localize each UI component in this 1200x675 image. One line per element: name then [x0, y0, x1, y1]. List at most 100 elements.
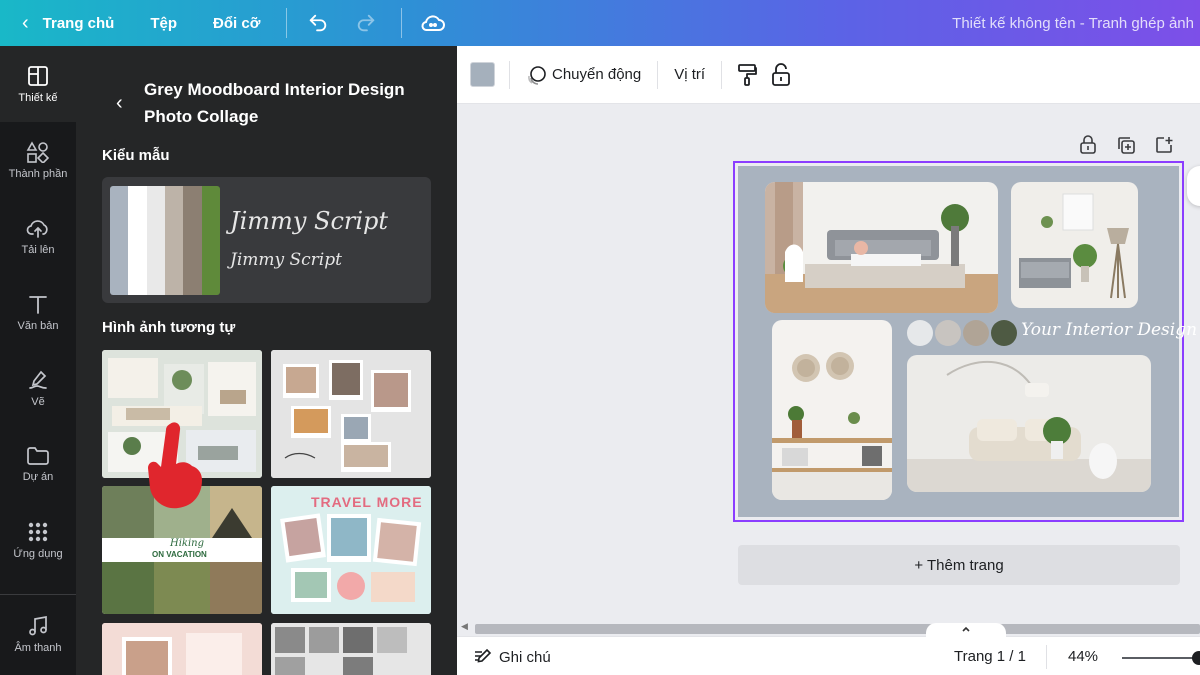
divider [657, 60, 659, 89]
folder-icon [27, 446, 49, 465]
animate-button[interactable]: Chuyển động [526, 55, 641, 95]
rail-label: Tải lên [21, 243, 55, 256]
add-page-icon-button[interactable] [1153, 134, 1175, 156]
template-thumbnail[interactable]: TRAVEL MORE [271, 486, 431, 614]
template-thumbnail[interactable] [271, 350, 431, 478]
home-label: Trang chủ [42, 14, 115, 32]
swatch [164, 186, 184, 295]
swatch [183, 186, 202, 295]
undo-button[interactable] [305, 10, 331, 36]
font-sample-large: Jimmy Script [230, 207, 389, 235]
template-title: Grey Moodboard Interior Design Photo Col… [144, 80, 405, 126]
zoom-level[interactable]: 44% [1068, 648, 1098, 665]
rail-label: Vẽ [31, 395, 45, 408]
swatch [146, 186, 165, 295]
notes-icon [475, 648, 492, 663]
rail-label: Văn bản [17, 319, 59, 332]
apps-grid-icon [28, 522, 48, 541]
position-button[interactable]: Vị trí [674, 55, 705, 95]
divider [721, 60, 723, 89]
chevron-left-icon: ‹ [22, 11, 29, 34]
notes-button[interactable]: Ghi chú [472, 647, 551, 667]
rail-item-elements[interactable]: Thành phần [0, 122, 76, 198]
similar-heading: Hình ảnh tương tự [102, 319, 236, 336]
home-button[interactable]: ‹ Trang chủ [0, 0, 150, 46]
redo-icon [358, 14, 375, 32]
chevron-up-icon [962, 626, 970, 632]
rail-label: Thiết kế [18, 91, 58, 104]
copy-style-button[interactable] [736, 55, 758, 95]
rail-item-uploads[interactable]: Tải lên [0, 198, 76, 274]
elements-icon [26, 140, 50, 163]
rail-item-audio[interactable]: Âm thanh [0, 596, 76, 672]
rail-item-apps[interactable]: Ứng dụng [0, 502, 76, 578]
layout-icon [28, 65, 48, 86]
text-icon [29, 295, 47, 314]
scroll-left-icon[interactable]: ◀ [461, 621, 468, 632]
palette-circle[interactable] [935, 320, 961, 346]
rail-label: Thành phần [8, 167, 68, 180]
thumbnail-image [271, 350, 431, 478]
collage-image[interactable] [1011, 182, 1138, 308]
hiking-subtitle: ON VACATION [152, 550, 207, 559]
palette-circle[interactable] [907, 320, 933, 346]
duplicate-page-button[interactable] [1115, 134, 1137, 156]
music-note-icon [29, 615, 47, 635]
top-bar: ‹ Trang chủ Tệp Đổi cỡ Thiết kế không tê… [0, 0, 1200, 46]
rail-item-projects[interactable]: Dự án [0, 426, 76, 502]
collage-image[interactable] [765, 182, 998, 313]
zoom-slider-handle[interactable] [1192, 651, 1200, 665]
divider [401, 8, 403, 38]
animate-label: Chuyển động [552, 66, 642, 83]
upload-cloud-icon [26, 219, 48, 238]
horizontal-scrollbar[interactable]: ◀ [457, 621, 1200, 635]
draw-icon [29, 370, 47, 389]
expand-pages-button[interactable] [926, 623, 1006, 639]
cloud-save-button[interactable] [420, 10, 446, 36]
page-indicator[interactable]: Trang 1 / 1 [954, 648, 1026, 665]
background-color-button[interactable] [470, 62, 495, 87]
template-panel: ‹ Grey Moodboard Interior Design Photo C… [76, 46, 457, 675]
font-sample-small: Jimmy Script [230, 250, 342, 270]
template-thumbnail[interactable] [102, 623, 262, 675]
add-page-button[interactable]: + Thêm trang [738, 545, 1180, 585]
file-menu-button[interactable]: Tệp [150, 0, 213, 46]
paint-roller-icon [738, 63, 757, 86]
lock-button[interactable] [770, 55, 792, 95]
travel-title: TRAVEL MORE [311, 494, 423, 510]
divider [286, 8, 288, 38]
divider [509, 60, 510, 89]
swatch [128, 186, 147, 295]
collage-image[interactable] [907, 355, 1151, 492]
living-room-photo [765, 182, 998, 313]
cloud-icon [421, 15, 446, 31]
divider [0, 594, 76, 595]
divider [1046, 645, 1047, 669]
editor-toolbar: Chuyển động Vị trí [457, 46, 1200, 104]
back-button[interactable]: ‹ [116, 92, 123, 115]
rail-item-text[interactable]: Văn bản [0, 274, 76, 350]
thumbnail-image [271, 623, 431, 675]
canvas-side-handle[interactable] [1187, 166, 1200, 206]
style-card[interactable]: Jimmy Script Jimmy Script [102, 177, 431, 303]
styles-heading: Kiểu mẫu [102, 147, 170, 164]
lock-page-button[interactable] [1077, 134, 1099, 156]
resize-button[interactable]: Đổi cỡ [213, 0, 286, 46]
document-title[interactable]: Thiết kế không tên - Tranh ghép ảnh [952, 0, 1194, 46]
design-script-text[interactable]: Your Interior Design [1021, 320, 1197, 340]
undo-icon [310, 14, 327, 32]
rail-item-draw[interactable]: Vẽ [0, 350, 76, 426]
add-page-icon [1156, 137, 1173, 153]
rail-label: Ứng dụng [13, 547, 63, 560]
swatch [201, 186, 220, 295]
hand-pointer-icon [148, 422, 202, 509]
redo-button[interactable] [353, 10, 379, 36]
template-thumbnail[interactable] [271, 623, 431, 675]
zoom-slider[interactable] [1122, 657, 1200, 659]
collage-image[interactable] [772, 320, 892, 500]
rail-item-design[interactable]: Thiết kế [0, 46, 76, 122]
scrollbar-thumb[interactable] [475, 624, 1200, 634]
palette-circle[interactable] [963, 320, 989, 346]
notes-label: Ghi chú [499, 648, 551, 666]
palette-circle[interactable] [991, 320, 1017, 346]
